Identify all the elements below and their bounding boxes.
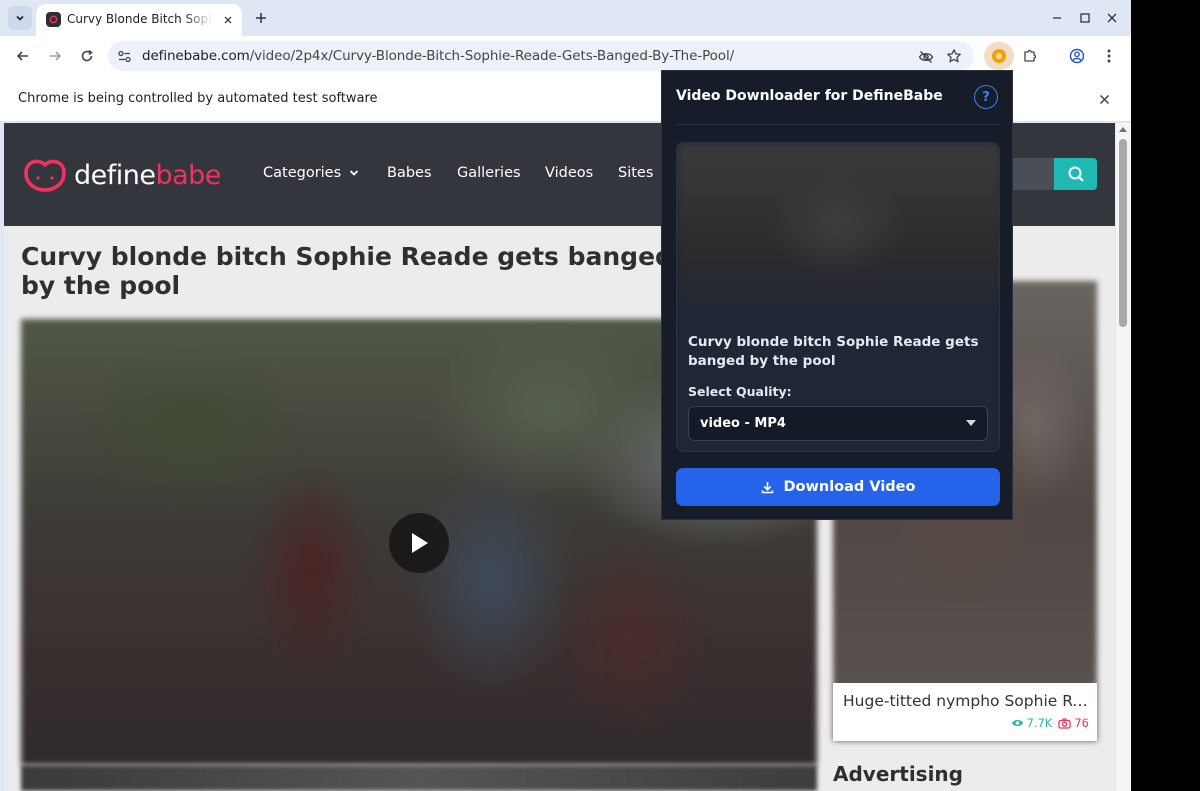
- new-tab-button[interactable]: [250, 7, 272, 29]
- nav-label: Videos: [545, 165, 594, 181]
- scrollbar-thumb[interactable]: [1119, 139, 1127, 327]
- logo-text-define: define: [74, 159, 156, 191]
- video-player-below: [21, 765, 817, 791]
- quality-select[interactable]: video - MP4: [688, 406, 988, 441]
- nav-babes[interactable]: Babes: [387, 165, 432, 181]
- eye-icon: [1011, 720, 1023, 726]
- more-vertical-icon: [1107, 49, 1111, 63]
- video-downloader-popup: Video Downloader for DefineBabe ? Curvy …: [661, 70, 1013, 520]
- url-path: /video/2p4x/Curvy-Blonde-Bitch-Sophie-Re…: [249, 48, 735, 64]
- tab-search-button[interactable]: [8, 6, 32, 30]
- related-gallery-caption[interactable]: Huge-titted nympho Sophie Reade 7.7K 76: [833, 683, 1097, 741]
- arrow-right-icon: [50, 51, 62, 61]
- page-title: Curvy blonde bitch Sophie Reade gets ban…: [21, 242, 673, 300]
- views-count: 7.7K: [1026, 716, 1053, 730]
- account-icon: [1069, 48, 1085, 64]
- infobar-text: Chrome is being controlled by automated …: [18, 91, 378, 106]
- nav-label: Categories: [263, 165, 342, 181]
- logo-mark-icon: [24, 159, 66, 192]
- quality-label: Select Quality:: [688, 384, 792, 399]
- minimize-icon: [1053, 17, 1061, 19]
- chevron-down-icon: [16, 15, 24, 21]
- forward-button[interactable]: [41, 42, 69, 70]
- close-icon: [224, 16, 232, 24]
- page-scrollbar[interactable]: [1115, 123, 1131, 791]
- nav-videos[interactable]: Videos: [545, 165, 593, 181]
- menu-button[interactable]: [1095, 42, 1123, 70]
- caret-down-icon: [966, 420, 976, 426]
- camera-icon: [1058, 717, 1072, 729]
- video-card: Curvy blonde bitch Sophie Reade gets ban…: [676, 142, 1000, 452]
- site-logo[interactable]: definebabe: [22, 155, 221, 195]
- video-thumbnail: [677, 143, 999, 323]
- minimize-button[interactable]: [1047, 8, 1067, 28]
- nav-sites[interactable]: Sites: [618, 165, 653, 181]
- related-gallery-title[interactable]: Huge-titted nympho Sophie Reade: [843, 692, 1089, 710]
- nav-label: Sites: [618, 165, 654, 181]
- puzzle-icon: [1024, 49, 1037, 62]
- search-icon: [1068, 166, 1084, 182]
- window-close-button[interactable]: [1102, 8, 1122, 28]
- tab-close-button[interactable]: [220, 12, 236, 28]
- infobar-close-button[interactable]: [1096, 91, 1112, 107]
- advertising-heading: Advertising: [833, 762, 963, 786]
- scroll-up-arrow[interactable]: [1119, 127, 1127, 132]
- video-downloader-extension-button[interactable]: [984, 42, 1014, 70]
- maximize-icon: [1080, 13, 1090, 23]
- nav-label: Babes: [387, 165, 432, 181]
- download-video-button[interactable]: Download Video: [676, 468, 1000, 506]
- back-button[interactable]: [9, 42, 37, 70]
- reload-icon: [81, 49, 93, 62]
- related-gallery-stats: 7.7K 76: [1011, 716, 1089, 730]
- logo-text-babe: babe: [155, 159, 221, 191]
- reload-button[interactable]: [73, 42, 101, 70]
- star-icon[interactable]: [946, 48, 962, 64]
- photos-stat: 76: [1058, 716, 1089, 730]
- tab-strip: Curvy Blonde Bitch Sophie Reade Gets Ban…: [0, 0, 1131, 36]
- site-favicon-icon: [46, 12, 61, 27]
- maximize-button[interactable]: [1075, 8, 1095, 28]
- site-search-button[interactable]: [1054, 158, 1097, 190]
- browser-window: Curvy Blonde Bitch Sophie Reade Gets Ban…: [0, 0, 1131, 791]
- nav-categories[interactable]: Categories: [263, 165, 359, 181]
- tab-title: Curvy Blonde Bitch Sophie Reade Gets Ban…: [67, 12, 213, 26]
- nav-galleries[interactable]: Galleries: [457, 165, 521, 181]
- site-info-icon[interactable]: [117, 49, 132, 64]
- download-button-label: Download Video: [783, 479, 916, 495]
- download-icon: [761, 481, 773, 493]
- chevron-down-icon: [350, 170, 359, 176]
- close-icon: [1099, 94, 1109, 104]
- help-button[interactable]: ?: [974, 85, 998, 109]
- photos-count: 76: [1074, 716, 1089, 730]
- quality-selected-value: video - MP4: [700, 416, 786, 431]
- popup-title: Video Downloader for DefineBabe: [676, 88, 943, 104]
- arrow-left-icon: [16, 51, 28, 61]
- close-icon: [1107, 13, 1117, 23]
- views-stat: 7.7K: [1011, 716, 1053, 730]
- browser-tab[interactable]: Curvy Blonde Bitch Sophie Reade Gets Ban…: [36, 4, 242, 36]
- eye-off-icon[interactable]: [918, 49, 934, 65]
- nav-label: Galleries: [457, 165, 521, 181]
- extension-download-icon: [992, 49, 1006, 63]
- play-icon: [412, 533, 428, 553]
- popup-divider: [676, 124, 1000, 125]
- url-domain: definebabe.com: [142, 48, 250, 64]
- address-bar[interactable]: definebabe.com/video/2p4x/Curvy-Blonde-B…: [108, 41, 974, 71]
- profile-button[interactable]: [1063, 42, 1091, 70]
- url-text: definebabe.com/video/2p4x/Curvy-Blonde-B…: [142, 48, 734, 64]
- extensions-button[interactable]: [1016, 42, 1044, 70]
- plus-icon: [256, 13, 266, 23]
- video-card-title: Curvy blonde bitch Sophie Reade gets ban…: [688, 334, 979, 369]
- play-button[interactable]: [389, 513, 449, 573]
